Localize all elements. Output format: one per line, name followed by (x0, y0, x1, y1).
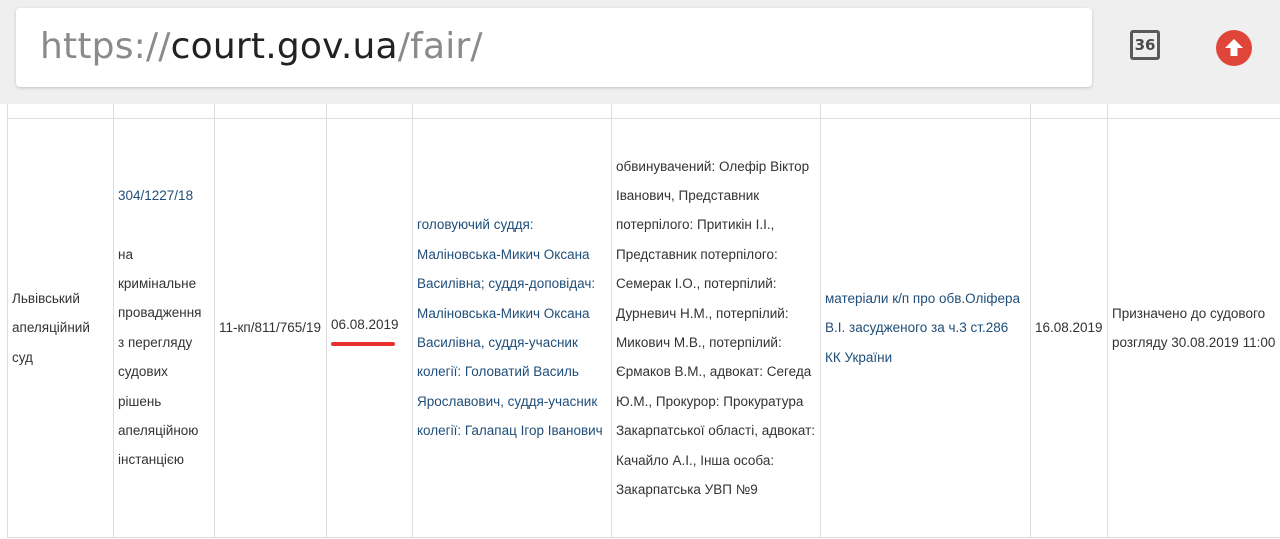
court-cases-table: Львівський апеляційний суд 304/1227/18 н… (7, 84, 1280, 538)
parties: обвинувачений: Олефір Віктор Іванович, П… (616, 158, 815, 498)
case-type: на кримінальне провадження з перегляду с… (118, 246, 202, 468)
court-name-cell: Львівський апеляційний суд (7, 118, 114, 538)
url-text[interactable]: https://court.gov.ua/fair/ (40, 26, 483, 68)
receipt-date-cell: 06.08.2019 (326, 118, 413, 538)
upload-icon[interactable] (1216, 30, 1252, 66)
subject-cell: матеріали к/п про обв.Оліфера В.І. засуд… (820, 118, 1031, 538)
case-subject: матеріали к/п про обв.Оліфера В.І. засуд… (825, 290, 1021, 365)
parties-cell: обвинувачений: Олефір Віктор Іванович, П… (611, 118, 821, 538)
tab-switcher-button[interactable]: 36 (1130, 30, 1160, 60)
case-cell: 304/1227/18 на кримінальне провадження з… (113, 118, 215, 538)
proceeding-number-cell: 11-кп/811/765/19 (214, 118, 327, 538)
judges: головуючий суддя: Маліновська-Микич Окса… (417, 217, 603, 439)
event-date-cell: 16.08.2019 (1030, 118, 1108, 538)
url-scheme: https:// (40, 26, 171, 67)
receipt-date: 06.08.2019 (331, 317, 399, 333)
proceeding-number: 11-кп/811/765/19 (219, 320, 322, 336)
case-number-link[interactable]: 304/1227/18 (118, 181, 210, 210)
court-name: Львівський апеляційний суд (12, 290, 90, 365)
table-row: Львівський апеляційний суд 304/1227/18 н… (7, 118, 1280, 538)
status-cell: Призначено до судового розгляду 30.08.20… (1107, 118, 1280, 538)
event-date: 16.08.2019 (1035, 320, 1103, 336)
red-underline-annotation (331, 341, 395, 346)
address-bar[interactable]: https://court.gov.ua/fair/ (16, 8, 1092, 87)
url-domain: court.gov.ua (170, 26, 398, 67)
case-status: Призначено до судового розгляду 30.08.20… (1112, 305, 1276, 350)
url-path: /fair/ (397, 26, 483, 67)
judges-cell: головуючий суддя: Маліновська-Микич Окса… (412, 118, 612, 538)
browser-toolbar: https://court.gov.ua/fair/ 36 (0, 0, 1280, 104)
